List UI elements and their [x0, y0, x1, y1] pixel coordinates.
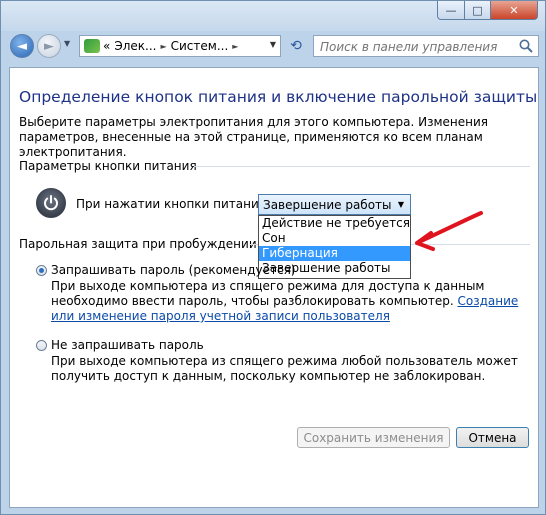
- maximize-button[interactable]: □: [464, 1, 491, 20]
- no-password-label[interactable]: Не запрашивать пароль: [51, 338, 204, 352]
- breadcrumb-power-options[interactable]: Элек...: [114, 39, 156, 53]
- require-password-radio[interactable]: [36, 265, 47, 276]
- option-sleep[interactable]: Сон: [259, 231, 410, 246]
- address-bar[interactable]: « Элек... ► Систем... ► ▼: [79, 35, 281, 57]
- no-password-radio[interactable]: [36, 340, 47, 351]
- forward-button[interactable]: ►: [37, 34, 61, 58]
- breadcrumb-separator-icon[interactable]: ►: [232, 42, 238, 51]
- title-bar: — □ ✕: [1, 1, 545, 31]
- require-password-label[interactable]: Запрашивать пароль (рекомендуется): [51, 263, 295, 277]
- power-button-icon: [36, 188, 66, 218]
- control-panel-icon: [84, 39, 100, 53]
- chevron-down-icon: ▼: [397, 200, 404, 209]
- content-pane: Определение кнопок питания и включение п…: [9, 67, 539, 508]
- require-password-description-text: При выходе компьютера из спящего режима …: [51, 279, 485, 308]
- page-description: Выберите параметры электропитания для эт…: [19, 115, 488, 159]
- minimize-button[interactable]: —: [437, 1, 465, 20]
- search-icon[interactable]: [518, 38, 534, 54]
- section-divider: [250, 244, 258, 245]
- section-divider: [194, 166, 530, 167]
- page-title: Определение кнопок питания и включение п…: [19, 88, 538, 106]
- save-changes-button[interactable]: Сохранить изменения: [297, 427, 450, 448]
- recent-pages-dropdown-icon[interactable]: ▼: [64, 39, 70, 48]
- no-password-description: При выходе компьютера из спящего режима …: [51, 354, 518, 383]
- breadcrumb-separator-icon[interactable]: ►: [160, 42, 166, 51]
- power-button-action-label: При нажатии кнопки питания:: [76, 197, 271, 211]
- close-button[interactable]: ✕: [490, 1, 538, 20]
- search-box[interactable]: [313, 35, 539, 57]
- wake-password-section-heading: Парольная защита при пробуждении: [19, 237, 257, 251]
- refresh-icon[interactable]: ⟲: [285, 35, 307, 57]
- require-password-description: При выходе компьютера из спящего режима …: [51, 279, 521, 324]
- breadcrumb-system-settings[interactable]: Систем...: [171, 39, 229, 53]
- radio-selected-dot: [39, 268, 44, 273]
- address-dropdown-icon[interactable]: ▼: [270, 40, 276, 49]
- navigation-bar: ◄ ► ▼ « Элек... ► Систем... ► ▼ ⟲: [1, 31, 545, 63]
- address-chevron-icon[interactable]: «: [103, 39, 110, 53]
- cancel-button[interactable]: Отмена: [456, 427, 529, 448]
- option-do-nothing[interactable]: Действие не требуется: [259, 216, 410, 231]
- red-annotation-arrow-icon: [415, 211, 483, 251]
- power-button-section-heading: Параметры кнопки питания: [19, 159, 197, 173]
- option-hibernate[interactable]: Гибернация: [259, 246, 410, 261]
- control-panel-window: — □ ✕ ◄ ► ▼ « Элек... ► Систем... ► ▼ ⟲ …: [0, 0, 546, 515]
- back-button[interactable]: ◄: [10, 34, 34, 58]
- search-input[interactable]: [318, 39, 512, 55]
- power-button-action-select[interactable]: Завершение работы ▼: [258, 194, 411, 215]
- power-button-action-value: Завершение работы: [263, 197, 392, 212]
